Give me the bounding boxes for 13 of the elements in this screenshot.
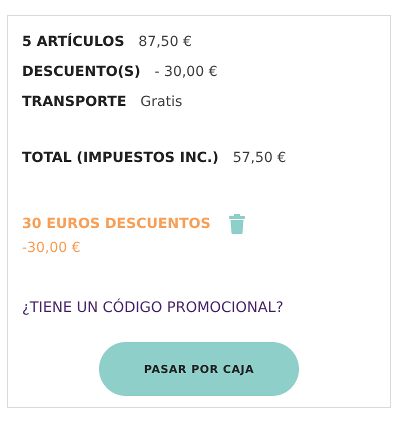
checkout-button[interactable]: PASAR POR CAJA	[99, 342, 299, 396]
summary-value: - 30,00 €	[154, 64, 218, 80]
total-label: TOTAL (IMPUESTOS INC.)	[22, 150, 219, 166]
summary-label: TRANSPORTE	[22, 94, 126, 110]
voucher-amount: -30,00 €	[22, 240, 82, 256]
total-value: 57,50 €	[232, 150, 286, 166]
trash-icon[interactable]	[228, 214, 245, 234]
summary-value: Gratis	[140, 94, 182, 110]
voucher-name: 30 EUROS DESCUENTOS	[22, 216, 211, 232]
summary-value: 87,50 €	[138, 34, 192, 50]
summary-label: DESCUENTO(S)	[22, 64, 141, 80]
promo-code-link[interactable]: ¿TIENE UN CÓDIGO PROMOCIONAL?	[22, 300, 284, 316]
summary-label: 5 ARTÍCULOS	[22, 34, 124, 50]
